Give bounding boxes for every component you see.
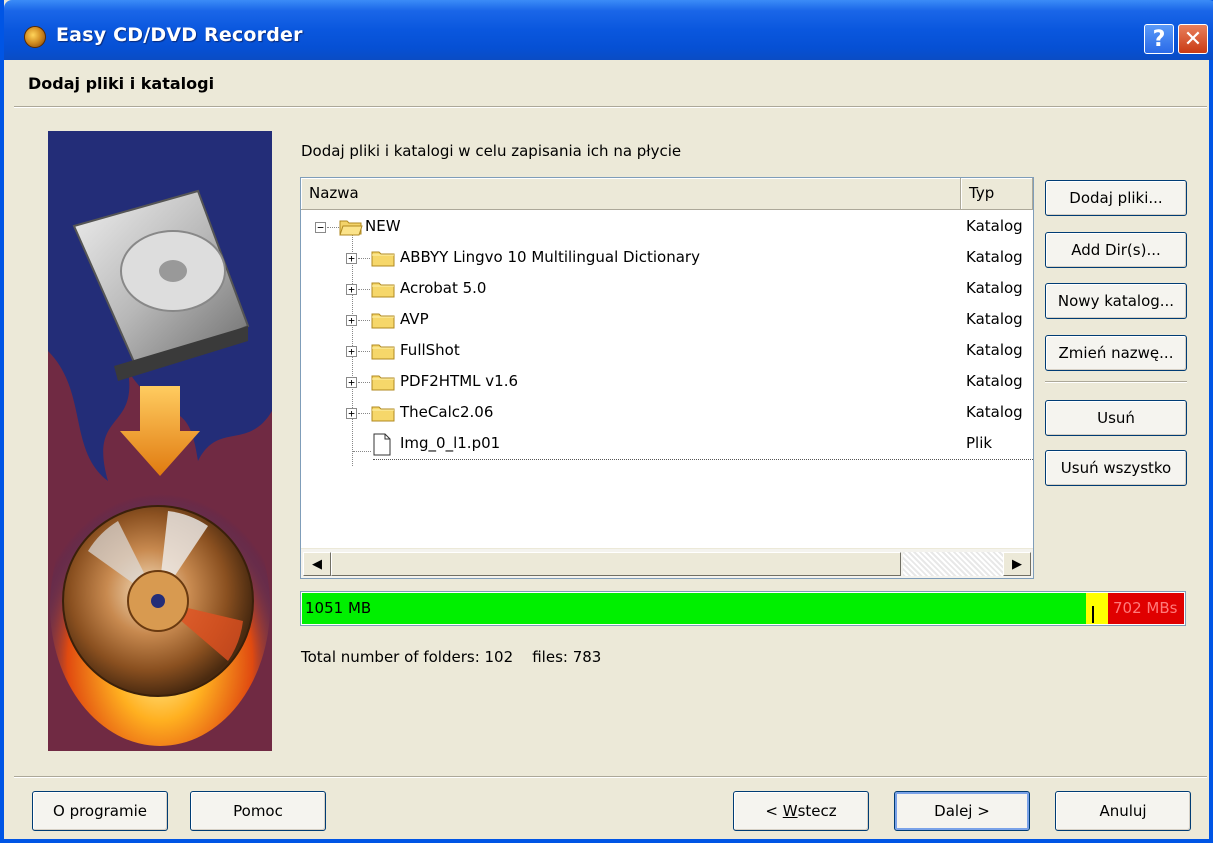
capacity-warn-segment (1086, 593, 1108, 624)
dialog-window: Easy CD/DVD Recorder ? ✕ Dodaj pliki i k… (0, 0, 1213, 843)
header-divider (14, 106, 1207, 108)
title-bar[interactable]: Easy CD/DVD Recorder ? ✕ (4, 0, 1213, 60)
tree-row-root[interactable]: − NEW Katalog (301, 212, 1033, 243)
scroll-thumb[interactable] (331, 552, 901, 576)
tree-row[interactable]: + ABBYY Lingvo 10 Multilingual Dictionar… (301, 243, 1033, 274)
tree-connector (358, 413, 370, 414)
folder-icon (371, 375, 395, 391)
back-button[interactable]: < Wstecz (733, 791, 869, 831)
tree-item-label: TheCalc2.06 (400, 403, 494, 421)
footer-divider (14, 776, 1207, 778)
collapse-icon[interactable]: − (315, 222, 326, 233)
add-dirs-button[interactable]: Add Dir(s)... (1045, 232, 1187, 268)
capacity-ok-segment (302, 593, 1086, 624)
totals-text: Total number of folders: 102 files: 783 (301, 648, 602, 666)
list-body: − NEW Katalog + ABBYY Lingvo 10 Multilin… (301, 210, 1033, 548)
tree-item-label: ABBYY Lingvo 10 Multilingual Dictionary (400, 248, 700, 266)
tree-connector (358, 351, 370, 352)
tree-row[interactable]: + FullShot Katalog (301, 336, 1033, 367)
open-folder-icon (339, 220, 363, 236)
back-label-prefix: < (765, 802, 783, 820)
tree-item-label: Acrobat 5.0 (400, 279, 487, 297)
folder-icon (371, 406, 395, 422)
page-title: Dodaj pliki i katalogi (28, 74, 215, 93)
tree-item-type: Katalog (966, 310, 1023, 328)
capacity-marker (1092, 606, 1094, 623)
expand-icon[interactable]: + (346, 315, 357, 326)
scroll-right-button[interactable]: ▶ (1003, 552, 1031, 576)
app-icon (24, 26, 46, 48)
scroll-track[interactable] (903, 552, 1003, 576)
tree-item-label: NEW (365, 217, 401, 235)
window-title: Easy CD/DVD Recorder (56, 24, 303, 46)
back-label-mnemonic: W (782, 802, 798, 820)
tree-connector (353, 451, 371, 452)
folder-icon (371, 251, 395, 267)
capacity-overflow-label: 702 MBs (1113, 599, 1178, 617)
horizontal-scrollbar[interactable]: ◀ ▶ (301, 548, 1033, 578)
tree-connector (358, 289, 370, 290)
list-header: Nazwa Typ (301, 178, 1033, 210)
cancel-button[interactable]: Anuluj (1055, 791, 1191, 831)
tree-item-type: Katalog (966, 341, 1023, 359)
expand-icon[interactable]: + (346, 377, 357, 388)
tree-row[interactable]: + Acrobat 5.0 Katalog (301, 274, 1033, 305)
expand-icon[interactable]: + (346, 253, 357, 264)
folder-icon (371, 313, 395, 329)
tree-row-selected[interactable]: Img_0_l1.p01 Plik (353, 429, 1033, 460)
button-divider (1045, 381, 1187, 383)
tree-item-type: Katalog (966, 372, 1023, 390)
folder-icon (371, 344, 395, 360)
file-icon (373, 433, 391, 456)
tree-item-type: Katalog (966, 279, 1023, 297)
tree-item-label: AVP (400, 310, 429, 328)
expand-icon[interactable]: + (346, 346, 357, 357)
tree-row[interactable]: + PDF2HTML v1.6 Katalog (301, 367, 1033, 398)
add-files-button[interactable]: Dodaj pliki... (1045, 180, 1187, 216)
expand-icon[interactable]: + (346, 284, 357, 295)
tree-item-label: FullShot (400, 341, 460, 359)
scroll-left-button[interactable]: ◀ (303, 552, 331, 576)
column-header-type[interactable]: Typ (961, 178, 1033, 210)
back-label-rest: stecz (797, 802, 837, 820)
tree-connector (358, 258, 370, 259)
remove-all-button[interactable]: Usuń wszystko (1045, 450, 1187, 486)
instruction-text: Dodaj pliki i katalogi w celu zapisania … (301, 142, 682, 160)
about-button[interactable]: O programie (32, 791, 168, 831)
tree-item-label: PDF2HTML v1.6 (400, 372, 519, 390)
burn-illustration-graphic (48, 189, 272, 751)
remove-button[interactable]: Usuń (1045, 400, 1187, 436)
help-button[interactable]: ? (1144, 24, 1174, 54)
help-footer-button[interactable]: Pomoc (190, 791, 326, 831)
close-button[interactable]: ✕ (1178, 24, 1208, 54)
folder-icon (371, 282, 395, 298)
new-folder-button[interactable]: Nowy katalog... (1045, 283, 1187, 319)
tree-item-type: Katalog (966, 217, 1023, 235)
burn-illustration (48, 131, 272, 751)
tree-connector (358, 382, 370, 383)
tree-row[interactable]: + TheCalc2.06 Katalog (301, 398, 1033, 429)
expand-icon[interactable]: + (346, 408, 357, 419)
tree-item-type: Plik (966, 434, 993, 452)
tree-item-type: Katalog (966, 403, 1023, 421)
tree-connector (358, 320, 370, 321)
file-list[interactable]: Nazwa Typ − NEW Katalog + ABBYY Lingvo 1… (300, 177, 1034, 579)
rename-button[interactable]: Zmień nazwę... (1045, 335, 1187, 371)
tree-item-type: Katalog (966, 248, 1023, 266)
tree-row[interactable]: + AVP Katalog (301, 305, 1033, 336)
capacity-bar: 1051 MB 702 MBs (300, 591, 1186, 626)
next-button[interactable]: Dalej > (894, 791, 1030, 831)
tree-item-label: Img_0_l1.p01 (400, 434, 501, 452)
tree-connector (327, 227, 339, 228)
capacity-used-label: 1051 MB (305, 599, 372, 617)
column-header-name[interactable]: Nazwa (301, 178, 961, 210)
